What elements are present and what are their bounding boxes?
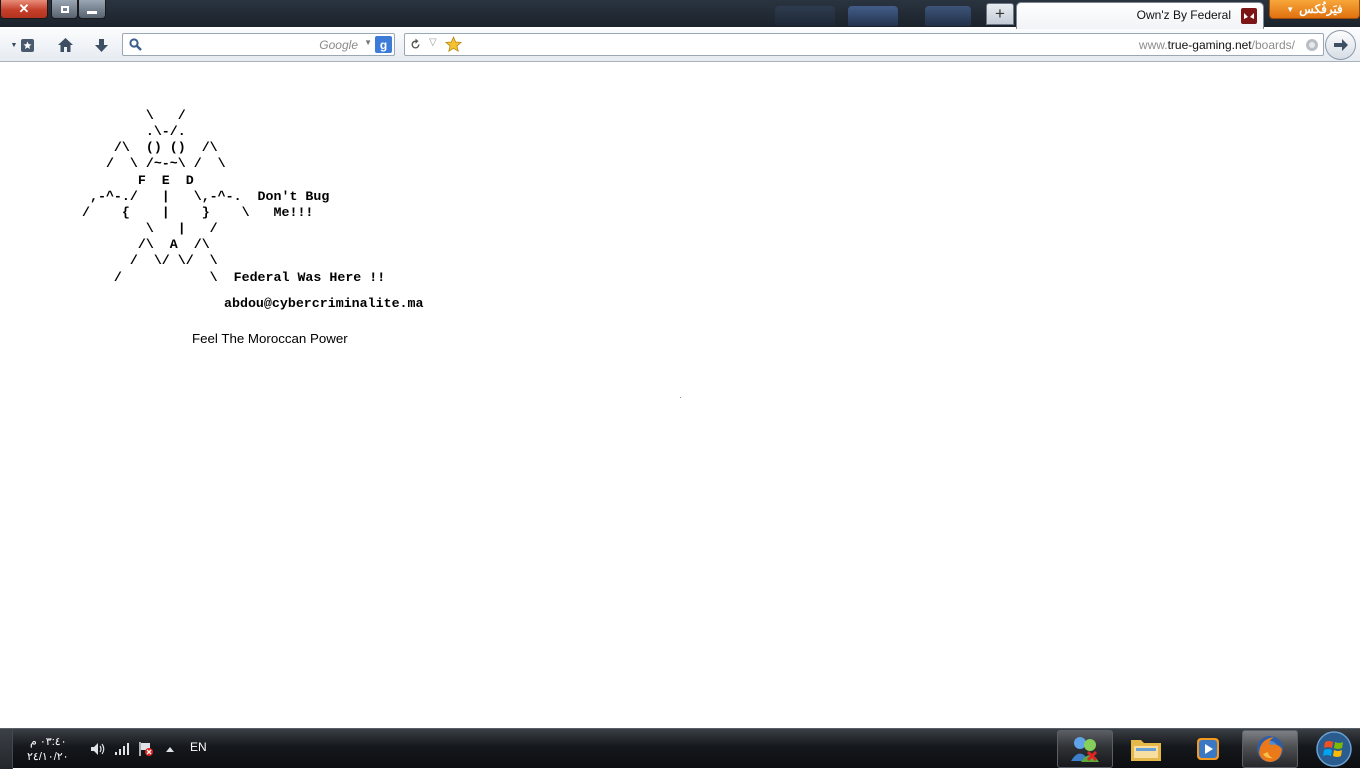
media-player-icon xyxy=(1197,738,1219,760)
address-bar[interactable]: ▽ www.true-gaming.net/boards/ xyxy=(404,33,1324,56)
chevron-down-icon: ▼ xyxy=(10,41,18,49)
go-arrow-icon xyxy=(1333,39,1348,51)
restore-window-button[interactable] xyxy=(51,0,78,19)
ascii-art: \ / .\-/. /\ () () /\ / \ /~-~\ / \ F E … xyxy=(82,108,386,285)
taskbar-explorer-button[interactable] xyxy=(1118,730,1174,768)
navigation-toolbar: ▼ Google ▼ g ▽ www.true-gaming.net/board… xyxy=(0,29,1360,62)
url-domain: true-gaming.net xyxy=(1167,38,1252,52)
firefox-menu-label: فيَرفُكس xyxy=(1299,2,1343,16)
contact-email: abdou@cybercriminalite.ma xyxy=(224,296,424,311)
taskbar-messenger-button[interactable] xyxy=(1057,730,1113,768)
home-button[interactable] xyxy=(54,35,76,55)
messenger-icon xyxy=(1071,737,1099,762)
close-icon: ✕ xyxy=(18,1,30,16)
site-identity-icon[interactable] xyxy=(1305,38,1319,52)
show-hidden-icons-button[interactable] xyxy=(161,740,179,758)
windows-logo-icon xyxy=(1316,731,1352,767)
search-icon xyxy=(129,38,142,51)
firefox-icon xyxy=(1257,736,1283,762)
slogan-text: Feel The Moroccan Power xyxy=(192,331,348,346)
background-tab[interactable] xyxy=(925,6,971,26)
clock-date[interactable]: ٢٤/١٠/٢٠ xyxy=(27,750,69,763)
minimize-window-button[interactable] xyxy=(78,0,106,19)
language-indicator[interactable]: EN xyxy=(190,740,207,754)
go-button[interactable] xyxy=(1325,30,1356,60)
tab-title: Own'z By Federal xyxy=(1136,8,1231,22)
history-dropdown-icon[interactable]: ▽ xyxy=(429,37,437,48)
chevron-up-icon xyxy=(166,747,174,752)
search-engine-label: Google xyxy=(319,38,358,52)
favicon-icon xyxy=(1241,8,1257,24)
tiny-dot xyxy=(680,397,681,398)
action-center-flag-icon[interactable] xyxy=(137,740,155,758)
url-path: /boards/ xyxy=(1251,38,1295,52)
chevron-down-icon: ▼ xyxy=(1286,4,1295,14)
google-icon[interactable]: g xyxy=(375,36,392,53)
page-content: \ / .\-/. /\ () () /\ / \ /~-~\ / \ F E … xyxy=(0,63,1360,728)
taskbar-firefox-button[interactable] xyxy=(1242,730,1298,768)
star-icon[interactable] xyxy=(445,36,462,53)
tab-active[interactable]: Own'z By Federal xyxy=(1016,2,1264,29)
chevron-down-icon[interactable]: ▼ xyxy=(364,38,372,47)
bookmarks-button[interactable]: ▼ xyxy=(6,35,40,55)
search-input[interactable] xyxy=(147,36,321,55)
window-titlebar: ✕ + Own'z By Federal ▼ فيَرفُكس xyxy=(0,0,1360,29)
plus-icon: + xyxy=(995,4,1005,23)
folder-icon xyxy=(1131,740,1161,761)
firefox-menu-button[interactable]: ▼ فيَرفُكس xyxy=(1269,0,1360,19)
home-icon xyxy=(57,38,73,52)
minimize-icon xyxy=(87,10,97,14)
clock-time[interactable]: ٠٣:٤٠ م xyxy=(30,735,67,748)
taskbar: ٠٣:٤٠ م ٢٤/١٠/٢٠ EN xyxy=(0,728,1360,769)
url-text[interactable]: www.true-gaming.net/boards/ xyxy=(1139,38,1295,52)
background-tab[interactable] xyxy=(848,6,898,26)
close-window-button[interactable]: ✕ xyxy=(0,0,48,19)
url-prefix: www. xyxy=(1138,38,1168,52)
reload-icon[interactable] xyxy=(409,38,422,51)
search-bar[interactable]: Google ▼ g xyxy=(122,33,395,56)
taskbar-media-player-button[interactable] xyxy=(1180,730,1236,768)
show-desktop-button[interactable] xyxy=(0,729,13,769)
background-glass xyxy=(775,6,835,26)
downloads-button[interactable] xyxy=(90,35,112,55)
volume-icon[interactable] xyxy=(89,740,107,758)
download-icon xyxy=(94,38,108,52)
restore-icon xyxy=(60,5,69,13)
start-button[interactable] xyxy=(1311,730,1357,768)
bookmarks-icon xyxy=(21,38,35,52)
network-icon[interactable] xyxy=(113,740,131,758)
new-tab-button[interactable]: + xyxy=(986,3,1014,25)
